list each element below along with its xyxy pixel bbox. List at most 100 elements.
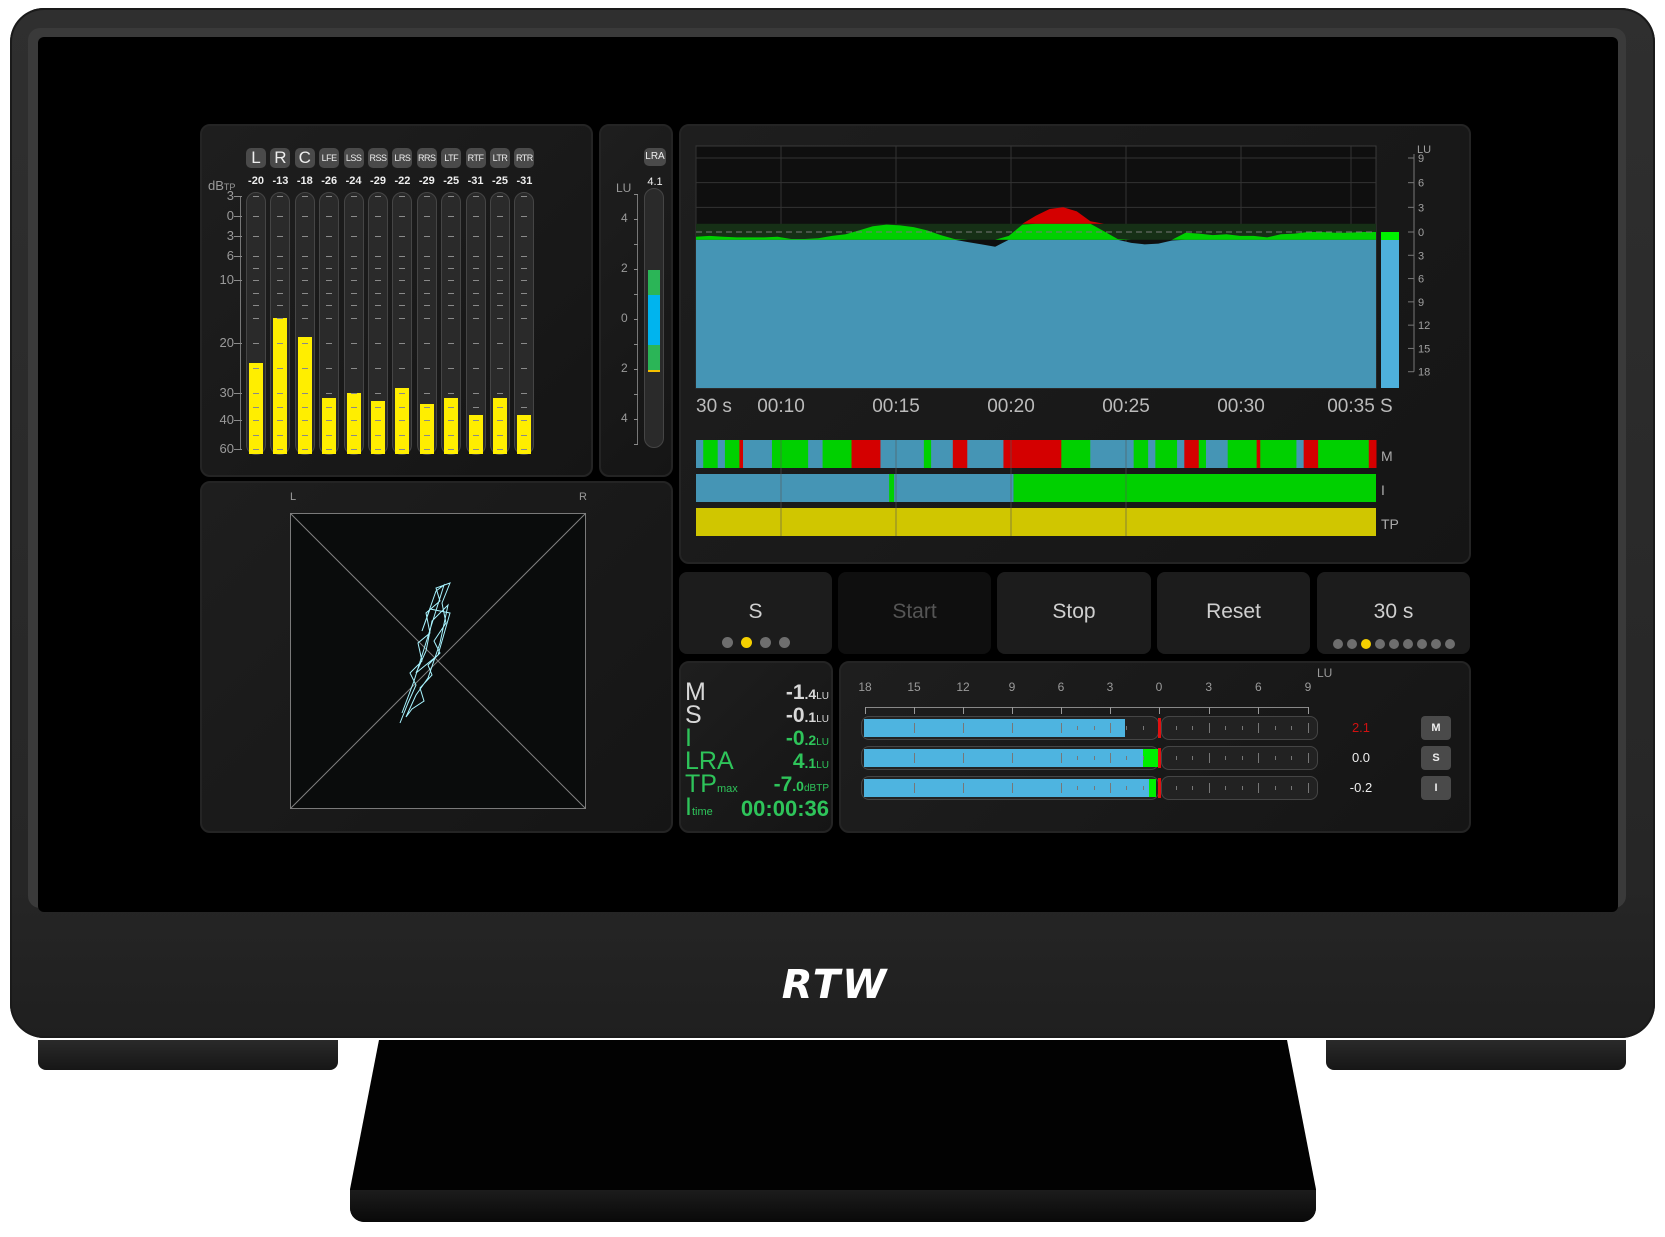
tp-channel-tick	[253, 420, 259, 421]
tp-channel-tick	[326, 256, 333, 257]
time-window-label: 30 s	[1373, 600, 1414, 623]
stop-button-label: Stop	[1052, 600, 1096, 623]
bar-meter-minor-tick	[1192, 726, 1194, 730]
tp-channel-tick	[497, 420, 503, 421]
tp-channel-tick	[350, 280, 357, 281]
history-i-segment	[889, 474, 895, 502]
tp-channel-tick	[375, 406, 381, 408]
bar-meter-select-m-button[interactable]: M	[1421, 716, 1451, 740]
readout-key-main: I	[685, 793, 692, 821]
tp-channel-tick	[350, 292, 357, 294]
tp-channel-label: LSS	[343, 148, 364, 168]
tp-channel-tick	[423, 368, 430, 369]
tp-channel-tick	[423, 317, 430, 319]
tp-channel-tick	[301, 393, 308, 394]
tp-channel-tick	[497, 305, 503, 307]
tp-channel-tick	[521, 280, 528, 281]
bar-meter-fill	[864, 719, 1125, 737]
readout-value-unit: LU	[816, 737, 829, 748]
bar-meter-right-track	[1161, 746, 1318, 770]
history-label: TP	[1381, 516, 1399, 532]
indicator-dot	[721, 637, 733, 648]
tp-channel-label: L	[246, 148, 266, 168]
reset-button[interactable]: Reset	[1157, 572, 1310, 654]
tp-channel-tick	[423, 256, 430, 257]
tp-channel-tick	[375, 292, 381, 294]
bar-meter-minor-tick	[1142, 756, 1144, 760]
history-m-segment	[1206, 440, 1229, 468]
vectorscope-panel[interactable]: L R	[200, 481, 673, 833]
tp-channel-label: R	[270, 148, 291, 168]
tp-channel-tick	[472, 236, 479, 237]
lra-scale-tick	[634, 344, 638, 345]
lra-meter-slot	[644, 188, 664, 448]
tp-channel-tick	[521, 406, 528, 408]
graph-right-scale-label: 12	[1418, 320, 1430, 332]
vectorscope-right-label: R	[579, 491, 587, 503]
tp-channel-tick	[326, 368, 333, 369]
tp-channel-tick	[253, 256, 259, 257]
bar-meter-minor-tick	[1126, 786, 1128, 790]
readout-key: LRA	[685, 749, 734, 774]
bar-meter-fill-green	[1149, 779, 1156, 797]
tp-channel-tick	[277, 420, 284, 421]
tp-channel-tick	[277, 368, 284, 369]
bar-meter-target-marker	[1158, 718, 1161, 738]
lra-scale-label: 4	[621, 411, 628, 425]
time-window-button[interactable]: 30 s	[1317, 572, 1470, 654]
bar-meter-tick	[1308, 723, 1309, 733]
tp-channel-tick	[277, 216, 284, 217]
lra-scale-tick	[634, 194, 638, 195]
bar-meters: 2.1 M 0.0 S -0.2 I	[841, 663, 1473, 835]
readout-value-unit: LU	[816, 714, 829, 725]
tp-channel-label: LFE	[319, 148, 340, 168]
readout-value: -1.4LU	[786, 681, 829, 705]
tp-channel-tick	[399, 420, 406, 421]
start-button[interactable]: Start	[838, 572, 991, 654]
tp-channel-tick	[253, 236, 259, 237]
history-m-segment	[952, 440, 968, 468]
history-m-segment	[1256, 440, 1261, 468]
tp-channel-tick	[497, 256, 503, 257]
bar-meter-tick	[914, 723, 915, 733]
bar-meter-tick	[1110, 783, 1111, 793]
tp-channel-bar	[297, 336, 312, 454]
history-m-segment	[739, 440, 744, 468]
tp-channel-tick	[301, 449, 308, 450]
tp-channel-tick	[472, 368, 479, 369]
bar-meters-panel[interactable]: LU 18 15 12 9 6 3 0 3 6 9 2.1 M 0.0 S -0.2 I	[839, 661, 1471, 833]
indicator-dot	[1332, 639, 1343, 649]
graph-right-scale-label: 0	[1418, 227, 1424, 239]
tp-channel-tick	[521, 420, 528, 421]
graph-loudness-area-below	[696, 239, 1376, 388]
tp-channel-tick	[326, 268, 333, 269]
true-peak-meter-panel[interactable]: dBTP 3 0 3 6 10 20 30 40 60 L -20 R -13 C -18 LFE -26 LS…	[200, 124, 593, 477]
tp-channel-tick	[521, 317, 528, 319]
tp-channel-tick	[301, 216, 308, 217]
bar-meter-select-i-button[interactable]: I	[1421, 776, 1451, 800]
readout-row: TPmax -7.0dBTP	[685, 772, 829, 797]
monitor-stand-base	[350, 1190, 1316, 1222]
tp-channel-tick	[472, 449, 479, 450]
tp-channel-tick	[277, 268, 284, 269]
history-m-segment	[1318, 440, 1370, 468]
tp-channel-tick	[472, 196, 479, 197]
lra-core-bar	[648, 295, 660, 345]
tp-channel-label: RTF	[465, 148, 486, 168]
lra-meter-panel[interactable]: LRA 4.1 LU 42024	[599, 124, 673, 477]
tp-channel-tick	[350, 216, 357, 217]
tp-channel-tick	[423, 393, 430, 394]
tp-channel-tick	[277, 256, 284, 257]
stop-button[interactable]: Stop	[997, 572, 1151, 654]
indicator-dot	[1374, 639, 1385, 649]
mode-button[interactable]: S	[679, 572, 832, 654]
tp-channel-tick	[253, 449, 259, 450]
bar-meter-value: 2.1	[1351, 720, 1371, 735]
bar-meter-select-s-button[interactable]: S	[1421, 746, 1451, 770]
lra-scale-label: 0	[621, 311, 628, 325]
tp-channel-tick	[301, 196, 308, 197]
loudness-graph-panel[interactable]: 9 6 3 0 3 6 9 12 15 18 LU 30 s 00:10 00:15 00:20 00:25 0…	[679, 124, 1471, 564]
tp-channel-tick	[497, 216, 503, 217]
tp-channel-tick	[448, 406, 455, 408]
tp-channel-tick	[375, 393, 381, 394]
